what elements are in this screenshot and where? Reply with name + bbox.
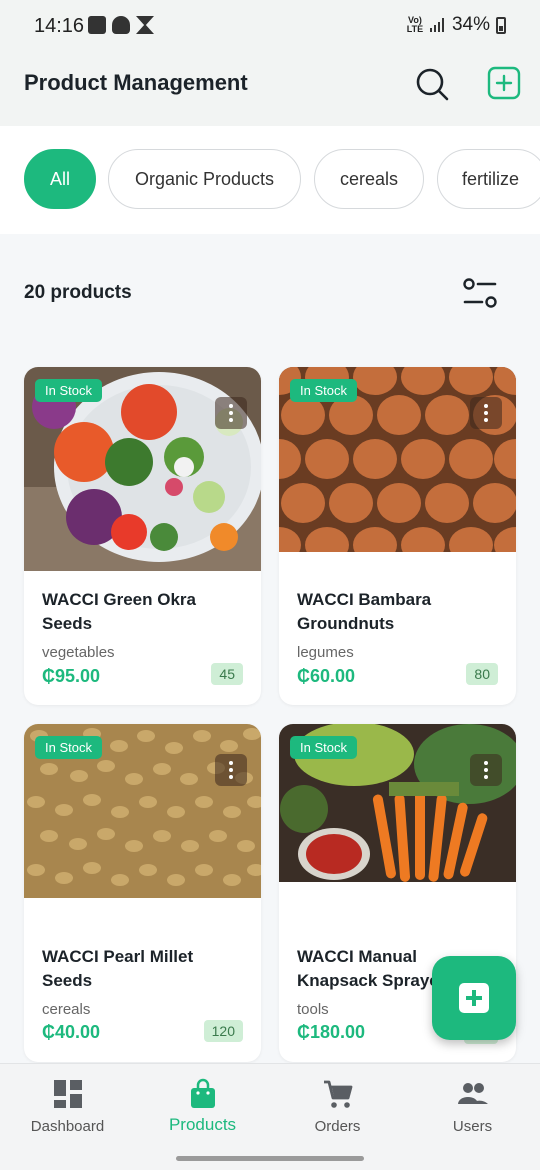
status-bar: 14:16 Vo) LTE 34% bbox=[0, 0, 540, 54]
add-product-fab[interactable] bbox=[432, 956, 516, 1040]
dot bbox=[484, 768, 488, 772]
dot bbox=[484, 775, 488, 779]
plus-square-icon bbox=[459, 983, 489, 1013]
product-category: legumes bbox=[297, 644, 354, 661]
chip-all[interactable]: All bbox=[24, 149, 96, 209]
category-filter-bar: All Organic Products cereals fertilize bbox=[0, 126, 540, 234]
product-category: tools bbox=[297, 1001, 329, 1018]
plus-square-icon bbox=[487, 66, 521, 100]
dot bbox=[229, 768, 233, 772]
dot bbox=[229, 761, 233, 765]
product-category: cereals bbox=[42, 1001, 91, 1018]
search-icon bbox=[416, 68, 449, 101]
dot bbox=[484, 418, 488, 422]
nav-label: Users bbox=[452, 1118, 493, 1135]
product-name: WACCI Pearl Millet Seeds bbox=[42, 947, 194, 990]
notification-icons bbox=[88, 16, 154, 34]
stock-quantity-badge: 120 bbox=[203, 1020, 243, 1042]
hourglass-icon bbox=[136, 16, 154, 34]
nav-users[interactable]: Users bbox=[405, 1064, 540, 1154]
signal-icon bbox=[429, 18, 446, 32]
cart-icon bbox=[324, 1080, 353, 1108]
more-options-button[interactable] bbox=[470, 397, 502, 429]
nav-label: Products bbox=[168, 1115, 237, 1134]
more-options-button[interactable] bbox=[215, 397, 247, 429]
stock-badge: In Stock bbox=[290, 736, 357, 759]
dot bbox=[229, 775, 233, 779]
dot bbox=[484, 761, 488, 765]
battery-icon bbox=[496, 16, 506, 34]
dot bbox=[229, 411, 233, 415]
dot bbox=[229, 404, 233, 408]
nav-label: Orders bbox=[314, 1118, 361, 1135]
product-count: 20 products bbox=[24, 282, 132, 303]
product-price: ₵180.00 bbox=[297, 1022, 366, 1042]
nav-dashboard[interactable]: Dashboard bbox=[0, 1064, 135, 1154]
dot bbox=[484, 404, 488, 408]
product-price: ₵95.00 bbox=[42, 666, 101, 686]
nav-orders[interactable]: Orders bbox=[270, 1064, 405, 1154]
product-card[interactable]: In Stock WACCI Bambara Groundnuts legume… bbox=[279, 367, 516, 705]
status-time: 14:16 bbox=[34, 15, 85, 37]
nav-products[interactable]: Products bbox=[135, 1064, 270, 1154]
dot bbox=[229, 418, 233, 422]
stock-badge: In Stock bbox=[35, 736, 102, 759]
page-title: Product Management bbox=[24, 70, 248, 95]
more-options-button[interactable] bbox=[215, 754, 247, 786]
add-product-header-button[interactable] bbox=[487, 66, 521, 100]
stock-badge: In Stock bbox=[290, 379, 357, 402]
dashboard-icon bbox=[54, 1080, 82, 1108]
product-price: ₵60.00 bbox=[297, 666, 356, 686]
product-name: WACCI Bambara Groundnuts bbox=[297, 590, 432, 633]
users-icon bbox=[458, 1083, 488, 1104]
product-card[interactable]: In Stock WACCI Green Okra Seeds vegetabl… bbox=[24, 367, 261, 705]
sliders-icon bbox=[463, 278, 497, 308]
search-button[interactable] bbox=[414, 66, 450, 102]
bottom-navigation: Dashboard Products Orders Users bbox=[0, 1063, 540, 1170]
dot bbox=[484, 411, 488, 415]
product-price: ₵40.00 bbox=[42, 1022, 101, 1042]
product-name: WACCI Green Okra Seeds bbox=[42, 590, 196, 633]
product-card[interactable]: In Stock WACCI Pearl Millet Seeds cereal… bbox=[24, 724, 261, 1062]
chip-cereals[interactable]: cereals bbox=[314, 149, 424, 209]
chip-fertilizers[interactable]: fertilize bbox=[437, 149, 540, 209]
nav-label: Dashboard bbox=[30, 1118, 105, 1135]
shopping-bag-icon bbox=[191, 1078, 215, 1108]
app-header: Product Management bbox=[0, 54, 540, 126]
gallery-icon bbox=[88, 16, 106, 34]
network-icon: Vo) LTE bbox=[406, 15, 424, 34]
filter-sort-button[interactable] bbox=[460, 276, 500, 312]
chip-organic-products[interactable]: Organic Products bbox=[108, 149, 301, 209]
home-indicator[interactable] bbox=[176, 1156, 364, 1161]
snapchat-icon bbox=[112, 16, 130, 34]
status-right: Vo) LTE 34% bbox=[406, 14, 506, 36]
stock-quantity-badge: 80 bbox=[466, 663, 498, 685]
stock-badge: In Stock bbox=[35, 379, 102, 402]
more-options-button[interactable] bbox=[470, 754, 502, 786]
product-category: vegetables bbox=[42, 644, 115, 661]
stock-quantity-badge: 45 bbox=[211, 663, 243, 685]
battery-text: 34% bbox=[451, 14, 490, 35]
